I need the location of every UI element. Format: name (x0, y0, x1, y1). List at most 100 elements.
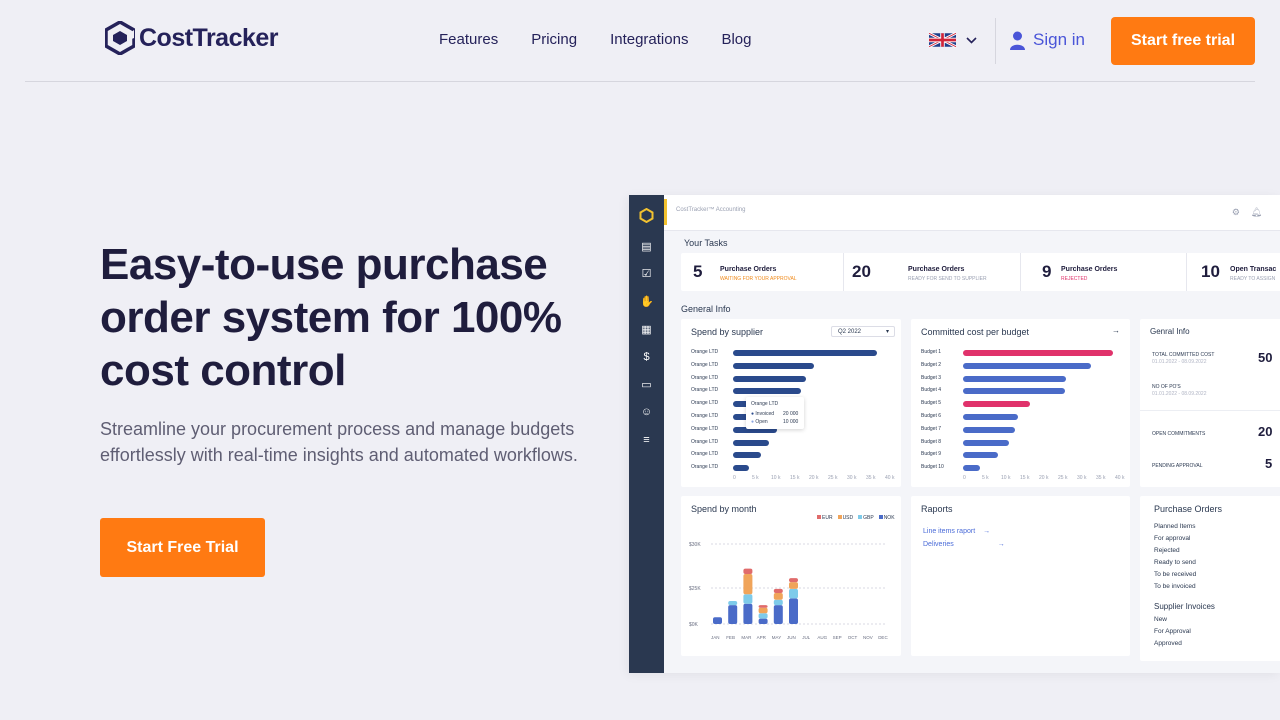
tooltip-title: Orange LTD (751, 401, 779, 407)
axis-tick: 25 k (828, 475, 838, 481)
task-card[interactable]: 10 Open Transac READY TO ASSIGN (1186, 253, 1280, 291)
bar (963, 439, 1009, 446)
info-label: TOTAL COMMITTED COST (1152, 352, 1215, 358)
bar (963, 350, 1113, 356)
your-tasks-label: Your Tasks (684, 238, 728, 248)
spend-by-supplier-title: Spend by supplier (691, 327, 764, 337)
bar-label: Orange LTD (691, 400, 719, 407)
invoice-list-item[interactable]: New (1154, 616, 1167, 623)
deliveries-link[interactable]: Deliveries → (923, 541, 1005, 548)
po-list-item[interactable]: Rejected (1154, 547, 1180, 554)
committed-cost-title: Committed cost per budget (921, 327, 1030, 337)
po-list-item[interactable]: Planned Items (1154, 523, 1196, 530)
arrow-right-icon[interactable]: → (1112, 326, 1120, 335)
start-free-trial-button[interactable]: Start free trial (1111, 17, 1255, 65)
axis-tick: 35 k (866, 475, 876, 481)
info-label: PENDING APPROVAL (1152, 463, 1203, 469)
invoice-list-item[interactable]: Approved (1154, 640, 1182, 647)
axis-tick: 15 k (1020, 475, 1030, 481)
info-sub: 01.01.2022 - 08.09.2022 (1152, 391, 1207, 397)
line-items-report-link[interactable]: Line items raport → (923, 528, 990, 535)
menu-item-pricing[interactable]: Pricing (531, 31, 577, 48)
month-bar-segment (773, 592, 783, 600)
bar (963, 375, 1066, 382)
brand-name: CostTracker (139, 23, 279, 52)
month-bar-segment (758, 607, 768, 614)
axis-tick: 10 k (771, 475, 781, 481)
axis-tick: 20 k (809, 475, 819, 481)
app-logo-icon (639, 208, 654, 223)
x-tick: AUG (817, 635, 827, 640)
clipboard-icon: ▤ (641, 241, 652, 253)
task-card[interactable]: 9 Purchase Orders REJECTED (1020, 253, 1180, 291)
axis-tick: 5 k (752, 475, 759, 481)
month-bar-segment (713, 617, 722, 624)
purchase-orders-title: Purchase Orders (1154, 504, 1223, 514)
general-info-title: Genral Info (1150, 327, 1190, 336)
bar (963, 414, 1018, 420)
hero-title: Easy-to-use purchase order system for 10… (100, 240, 562, 395)
bar-label: Budget 9 (921, 451, 942, 458)
sign-in-label: Sign in (1033, 30, 1085, 49)
dashboard-topbar: CostTracker™ Accounting ⚙ 🔔︎ (664, 195, 1280, 231)
menu-item-features[interactable]: Features (439, 31, 498, 48)
spend-by-supplier-card: Spend by supplier Q2 2022 ▾ Orange LTD Or… (681, 319, 901, 487)
bar (963, 401, 1030, 408)
invoice-list-item[interactable]: For Approval (1154, 628, 1191, 635)
info-value: 5 (1265, 456, 1273, 471)
x-tick: JUN (787, 635, 796, 640)
info-label: NO OF PO'S (1152, 384, 1181, 390)
bar-label: Budget 2 (921, 361, 942, 368)
axis-tick: 15 k (790, 475, 800, 481)
committed-cost-card: Committed cost per budget → Budget 1 Budg… (911, 319, 1130, 487)
info-sub: 01.01.2022 - 08.09.2022 (1152, 359, 1207, 365)
list-icon: ≡ (643, 434, 650, 446)
y-tick: $30K (689, 542, 701, 548)
task-card[interactable]: 5 Purchase Orders WAITING FOR YOUR APPRO… (685, 253, 840, 291)
task-status: READY TO ASSIGN (1230, 276, 1276, 282)
purchase-orders-card: Purchase Orders Planned Items For approv… (1140, 496, 1280, 661)
tooltip-row: ● Open (751, 419, 768, 425)
bar-label: Budget 5 (921, 400, 942, 407)
month-stacked-chart: $30K $25K $0K JAN FEB MAR APR MAY JUN JUL AUG SEP OC… (689, 542, 888, 640)
task-title: Purchase Orders (720, 266, 777, 273)
sign-in-link[interactable]: Sign in (1010, 30, 1085, 50)
month-bar-segment (773, 605, 783, 624)
brand-logo[interactable]: CostTracker (105, 21, 279, 55)
po-list-item[interactable]: For approval (1154, 535, 1191, 542)
language-selector[interactable] (929, 31, 977, 49)
info-value: 20 (1258, 424, 1273, 439)
axis-tick: 10 k (1001, 475, 1011, 481)
axis-tick: 40 k (1115, 475, 1125, 481)
task-status: READY FOR SEND TO SUPPLIER (908, 276, 987, 282)
task-status: WAITING FOR YOUR APPROVAL (720, 276, 797, 282)
bar-label: Orange LTD (691, 413, 719, 419)
po-list-item[interactable]: Ready to send (1154, 559, 1196, 566)
task-title: Purchase Orders (908, 266, 965, 273)
bar (733, 388, 801, 395)
po-list-item[interactable]: To be received (1154, 571, 1196, 578)
task-title: Purchase Orders (1061, 266, 1118, 273)
bar-label: Budget 8 (921, 438, 942, 445)
general-info-label: General Info (681, 304, 731, 314)
po-list-item[interactable]: To be invoiced (1154, 583, 1196, 590)
month-bar-segment (773, 588, 783, 593)
bar (733, 375, 806, 382)
axis-tick: 30 k (1077, 475, 1087, 481)
task-card[interactable]: 20 Purchase Orders READY FOR SEND TO SUP… (843, 253, 1023, 291)
period-filter-select[interactable]: Q2 2022 ▾ (831, 326, 895, 337)
bar (963, 362, 1091, 369)
menu-item-blog[interactable]: Blog (721, 31, 751, 48)
menu-item-integrations[interactable]: Integrations (610, 31, 688, 48)
bar-label: Budget 10 (921, 464, 944, 471)
bar-label: Budget 7 (921, 425, 942, 432)
x-tick: JUL (802, 635, 810, 640)
reports-card: Raports Line items raport → Deliveries → (911, 496, 1130, 656)
bar-label: Orange LTD (691, 374, 719, 381)
task-title: Open Transac (1230, 266, 1277, 273)
logo-hexagon-icon (105, 21, 135, 55)
tooltip-row: ● Invoiced (751, 411, 775, 417)
x-tick: MAY (772, 635, 781, 640)
notifications-bell-icon: 🔔︎ (1250, 207, 1262, 217)
hero-start-trial-button[interactable]: Start Free Trial (100, 518, 265, 577)
